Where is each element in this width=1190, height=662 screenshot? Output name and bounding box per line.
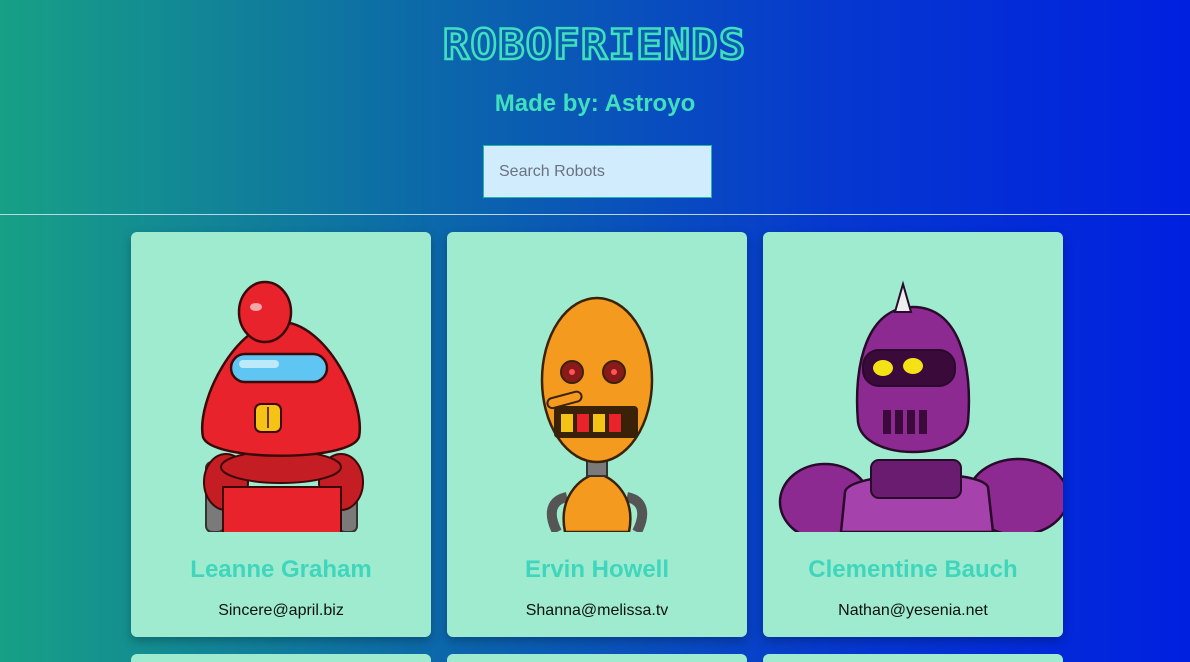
robot-image-orange bbox=[540, 296, 654, 532]
robot-card[interactable]: Ervin Howell Shanna@melissa.tv bbox=[447, 232, 747, 637]
robot-card-partial[interactable] bbox=[447, 654, 747, 662]
app-logo: ROBOFRIENDS bbox=[0, 19, 1190, 71]
robot-email: Sincere@april.biz bbox=[218, 602, 344, 619]
robot-image-red bbox=[200, 280, 364, 532]
robot-name: Leanne Graham bbox=[190, 556, 372, 583]
robot-image-purple bbox=[778, 280, 1063, 532]
search-input[interactable] bbox=[483, 145, 712, 198]
app-header: ROBOFRIENDS Made by: Astroyo bbox=[0, 0, 1190, 215]
robot-card-partial[interactable] bbox=[763, 654, 1063, 662]
robot-name: Ervin Howell bbox=[524, 556, 670, 583]
robot-card[interactable]: Clementine Bauch Nathan@yesenia.net bbox=[763, 232, 1063, 637]
app-logo-text: ROBOFRIENDS bbox=[442, 19, 747, 71]
robot-email: Shanna@melissa.tv bbox=[525, 602, 669, 619]
app-subtitle: Made by: Astroyo bbox=[494, 90, 696, 117]
robot-name: Clementine Bauch bbox=[808, 556, 1018, 583]
header-divider bbox=[0, 214, 1190, 215]
robot-card-partial[interactable] bbox=[131, 654, 431, 662]
robot-card[interactable]: Leanne Graham Sincere@april.biz bbox=[131, 232, 431, 637]
robot-email: Nathan@yesenia.net bbox=[838, 602, 988, 619]
